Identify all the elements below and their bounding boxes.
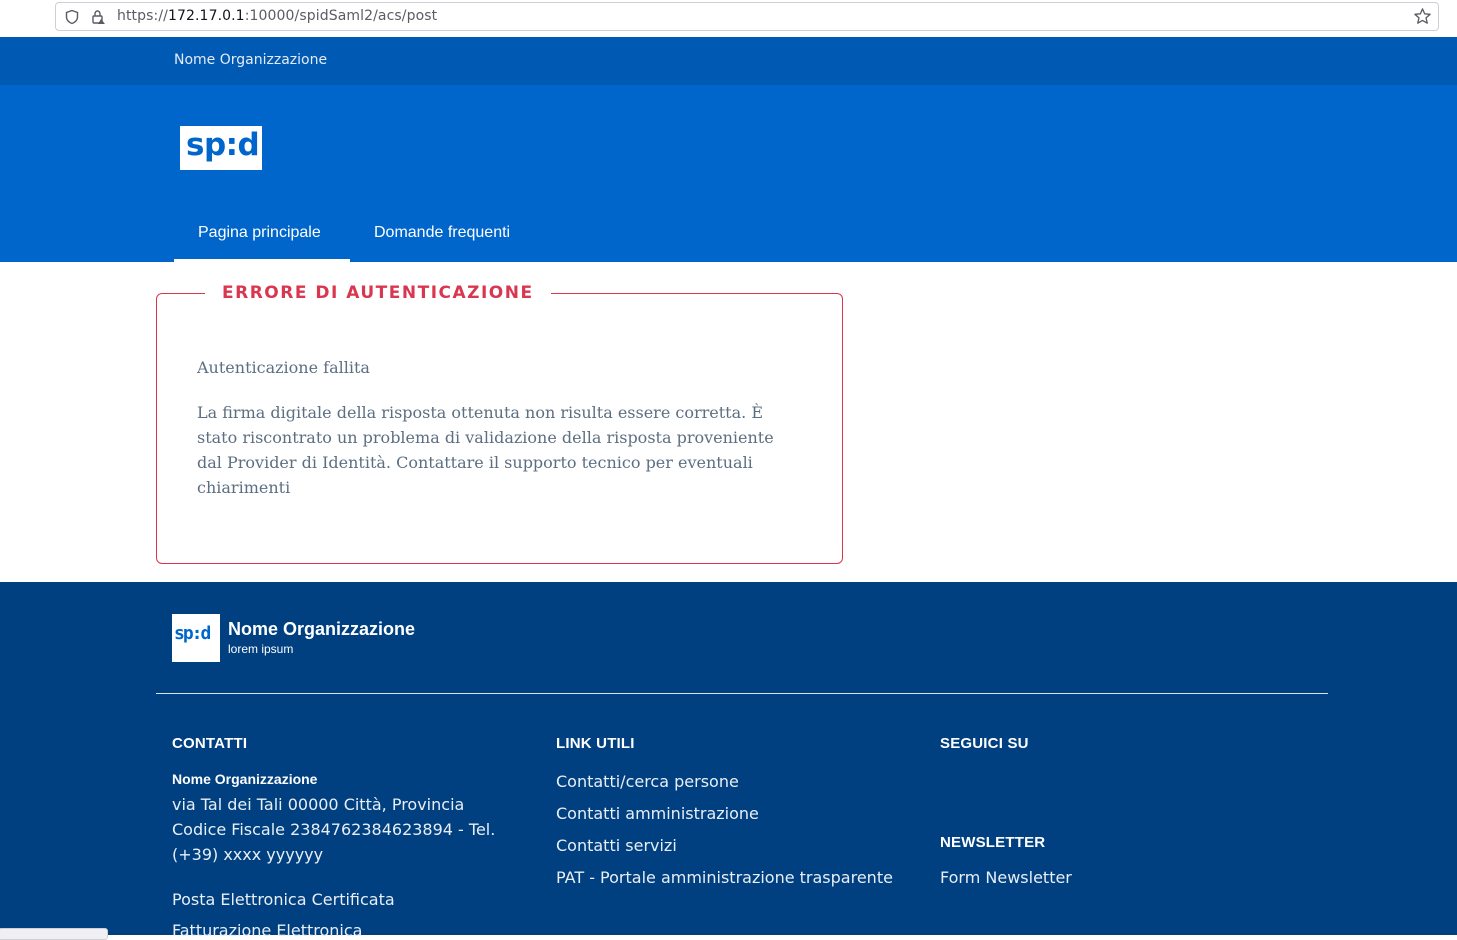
lock-warning-icon[interactable] [90, 9, 106, 25]
link-contatti-persone[interactable]: Contatti/cerca persone [556, 772, 739, 791]
url-path: :10000/spidSaml2/acs/post [244, 8, 438, 24]
header-org-link[interactable]: Nome Organizzazione [174, 52, 327, 68]
url-host: 172.17.0.1 [167, 8, 245, 24]
error-legend: ERRORE DI AUTENTICAZIONE [205, 282, 551, 304]
error-message: La firma digitale della risposta ottenut… [197, 403, 774, 497]
social-heading: SEGUICI SU [940, 735, 1029, 752]
contact-org-name: Nome Organizzazione [172, 771, 318, 787]
tab-pagina-principale[interactable]: Pagina principale [174, 221, 350, 262]
contact-address: via Tal dei Tali 00000 Città, Provincia … [172, 795, 496, 864]
footer-divider [156, 693, 1328, 694]
links-heading: LINK UTILI [556, 735, 635, 752]
error-panel: ERRORE DI AUTENTICAZIONE Autenticazione … [156, 282, 843, 564]
link-fatturazione[interactable]: Fatturazione Elettronica [172, 921, 362, 940]
url-text[interactable]: https://172.17.0.1:10000/spidSaml2/acs/p… [117, 8, 437, 24]
link-pat[interactable]: PAT - Portale amministrazione trasparent… [556, 868, 893, 887]
contacts-heading: CONTATTI [172, 735, 248, 752]
link-pec[interactable]: Posta Elettronica Certificata [172, 890, 395, 909]
bookmark-star-icon[interactable] [1413, 7, 1432, 26]
link-newsletter[interactable]: Form Newsletter [940, 868, 1072, 887]
footer-logo-text: sp:d [174, 623, 211, 644]
footer-spid-logo: sp:d [172, 614, 220, 662]
footer: sp:d Nome Organizzazione lorem ipsum CON… [0, 582, 1457, 940]
spid-logo[interactable]: sp:d [180, 126, 262, 170]
link-contatti-amministrazione[interactable]: Contatti amministrazione [556, 804, 759, 823]
browser-toolbar: https://172.17.0.1:10000/spidSaml2/acs/p… [0, 0, 1457, 38]
link-contatti-servizi[interactable]: Contatti servizi [556, 836, 677, 855]
header-center: sp:d Pagina principale Domande frequenti [0, 85, 1457, 262]
error-title: Autenticazione fallita [197, 358, 370, 377]
spid-logo-text: sp:d [186, 127, 260, 163]
footer-org-name: Nome Organizzazione [228, 619, 416, 639]
footer-org-sub: lorem ipsum [228, 642, 294, 656]
status-tooltip [0, 928, 108, 940]
header-slim: Nome Organizzazione [0, 37, 1457, 85]
shield-icon[interactable] [64, 9, 80, 25]
url-prefix: https:// [117, 8, 168, 24]
tab-domande-frequenti[interactable]: Domande frequenti [350, 221, 534, 262]
newsletter-heading: NEWSLETTER [940, 834, 1046, 851]
address-bar[interactable]: https://172.17.0.1:10000/spidSaml2/acs/p… [55, 2, 1439, 31]
